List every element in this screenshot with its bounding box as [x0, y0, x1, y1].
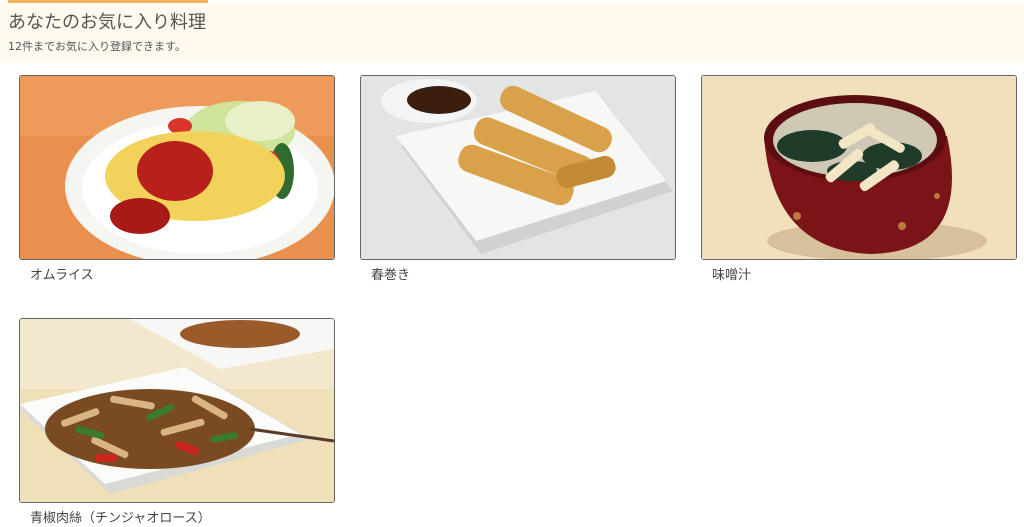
favorite-card-misoshiru[interactable]: 味噌汁 [701, 75, 1017, 283]
food-name: 青椒肉絲（チンジャオロース） [30, 511, 211, 526]
favorite-card-chinjao[interactable]: 青椒肉絲（チンジャオロース） [19, 318, 335, 526]
food-name: オムライス [30, 268, 94, 283]
food-photo-misoshiru[interactable] [701, 75, 1017, 260]
food-photo-omurice[interactable] [19, 75, 335, 260]
food-photo-chinjao[interactable] [19, 318, 335, 503]
favorite-card-harumaki[interactable]: 春巻き [360, 75, 676, 283]
page-subtitle: 12件までお気に入り登録できます。 [8, 40, 186, 53]
favorite-card-omurice[interactable]: オムライス [19, 75, 335, 283]
food-name: 春巻き [371, 268, 411, 283]
food-photo-harumaki[interactable] [360, 75, 676, 260]
page-title: あなたのお気に入り料理 [8, 12, 206, 33]
page-header: あなたのお気に入り料理 12件までお気に入り登録できます。 [0, 3, 1024, 63]
food-name: 味噌汁 [712, 268, 752, 283]
